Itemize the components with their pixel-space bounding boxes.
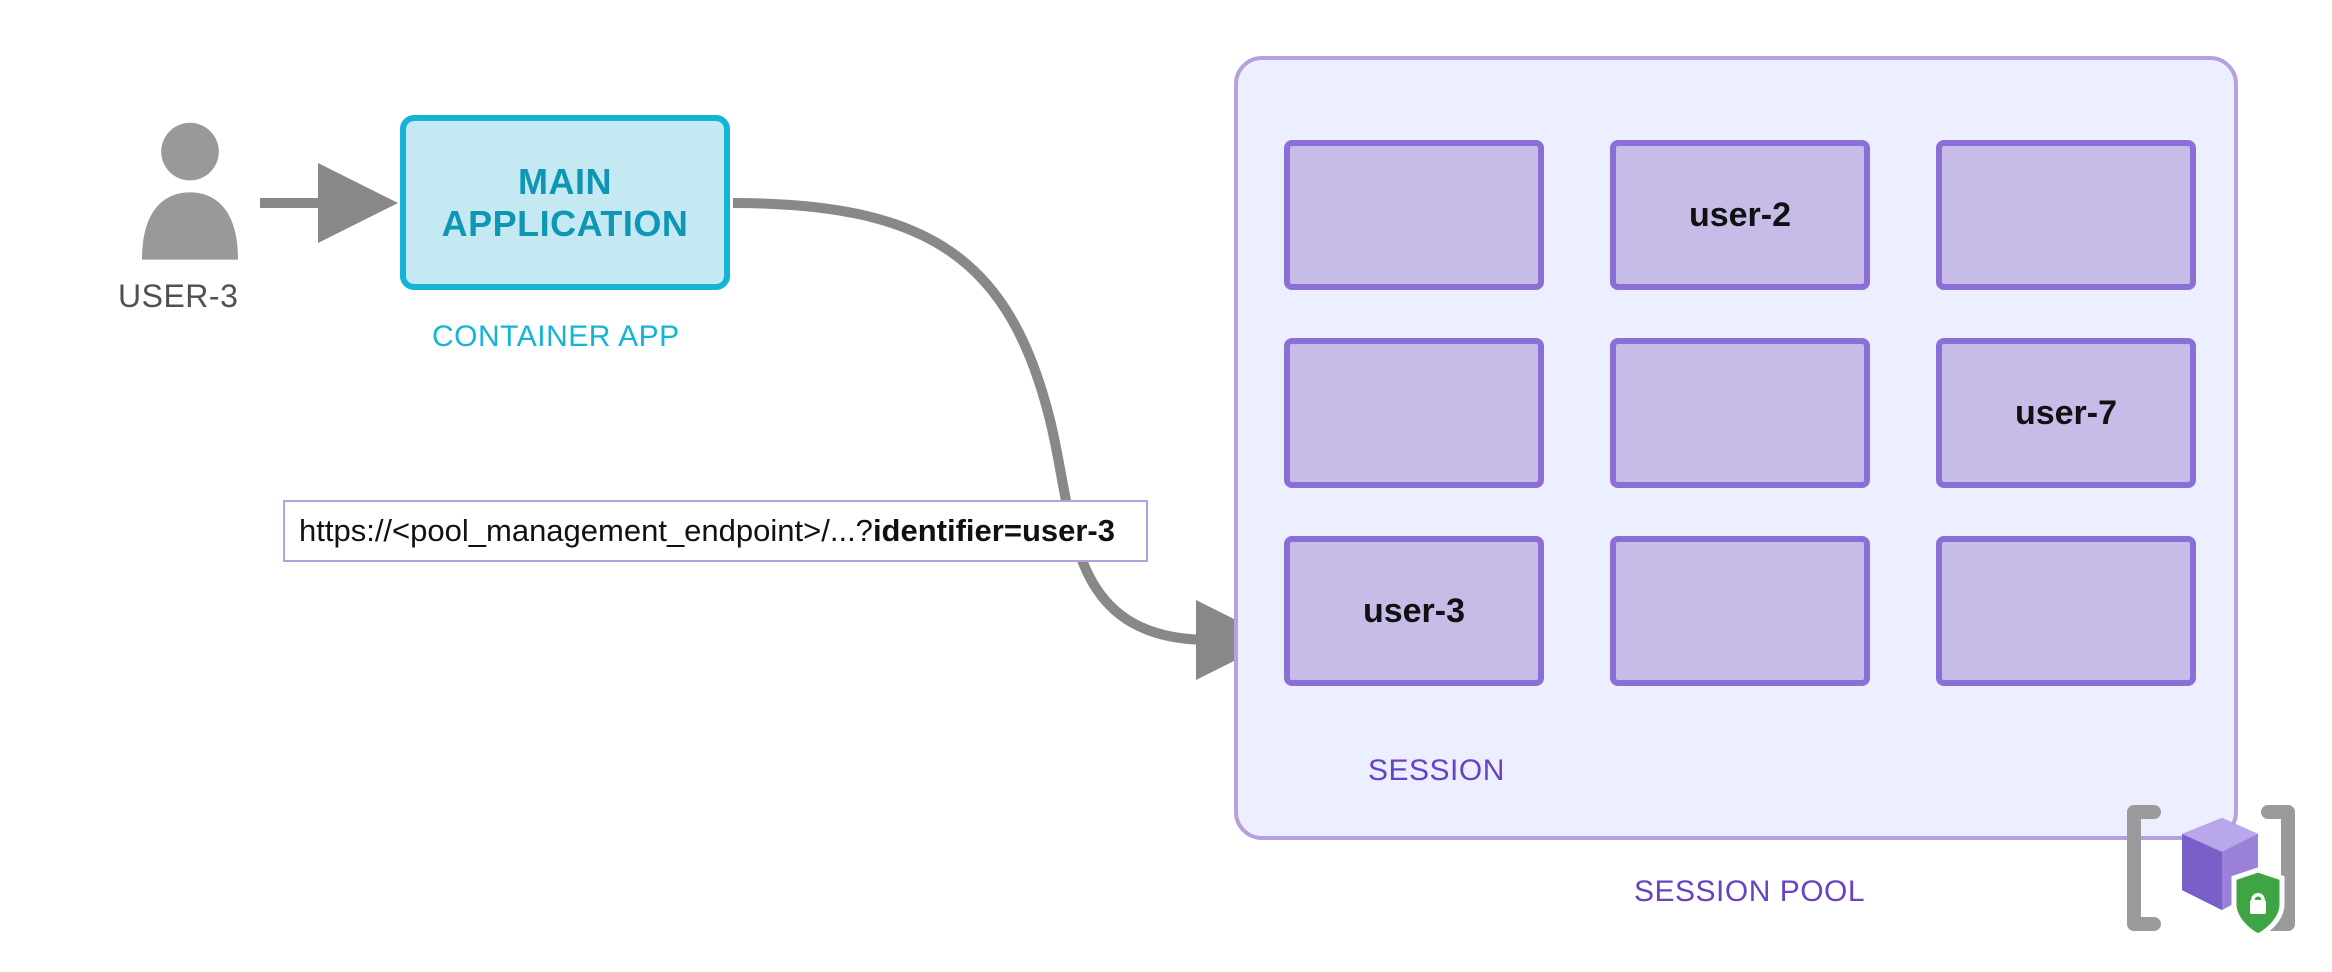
session-cell-1: user-2 — [1610, 140, 1870, 290]
url-prefix: https://<pool_management_endpoint>/...? — [299, 513, 873, 549]
session-cell-0 — [1284, 140, 1544, 290]
session-cell-8 — [1936, 536, 2196, 686]
url-identifier: identifier=user-3 — [873, 513, 1115, 549]
session-cell-5: user-7 — [1936, 338, 2196, 488]
session-grid: user-2 user-7 user-3 — [1284, 140, 2196, 686]
session-pool-container: user-2 user-7 user-3 — [1234, 56, 2238, 840]
session-pool-caption: SESSION POOL — [1634, 875, 1865, 909]
main-app-line1: MAIN — [518, 161, 612, 202]
user-icon — [130, 115, 250, 265]
session-caption: SESSION — [1368, 754, 1505, 788]
container-app-caption: CONTAINER APP — [432, 320, 680, 354]
main-app-line2: APPLICATION — [442, 203, 689, 244]
arrow-app-to-session — [733, 203, 1256, 640]
session-cell-6: user-3 — [1284, 536, 1544, 686]
main-application-title: MAIN APPLICATION — [442, 161, 689, 244]
endpoint-url-box: https://<pool_management_endpoint>/...?i… — [283, 500, 1148, 562]
user-label: USER-3 — [118, 278, 238, 315]
session-cell-7 — [1610, 536, 1870, 686]
session-cell-2 — [1936, 140, 2196, 290]
container-apps-icon — [2126, 798, 2296, 938]
main-application-box: MAIN APPLICATION — [400, 115, 730, 290]
session-cell-3 — [1284, 338, 1544, 488]
session-cell-4 — [1610, 338, 1870, 488]
